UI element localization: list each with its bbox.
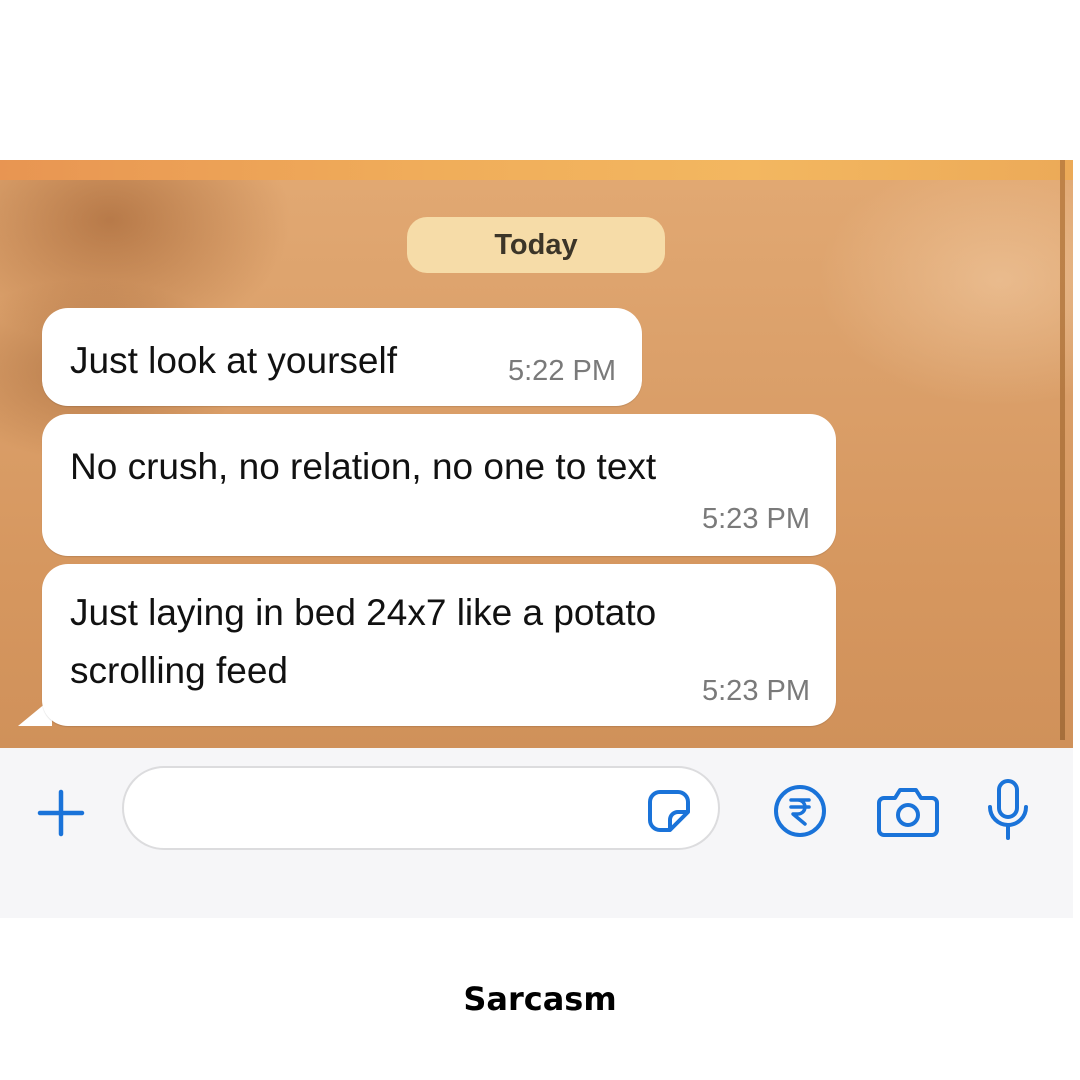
message-time: 5:22 PM <box>508 355 616 387</box>
message-text: Just laying in bed 24x7 like a potato sc… <box>70 584 656 700</box>
sticker-icon[interactable] <box>645 787 693 835</box>
scrollbar[interactable] <box>1060 160 1065 740</box>
header-strip <box>0 160 1073 180</box>
date-separator: Today <box>407 217 665 273</box>
camera-icon[interactable] <box>876 784 940 838</box>
message-input[interactable] <box>122 766 720 850</box>
chat-area: Today Just look at yourself 5:22 PM No c… <box>0 160 1073 748</box>
input-bar <box>0 748 1073 918</box>
microphone-icon[interactable] <box>984 778 1032 844</box>
message-text: Just look at yourself <box>70 340 397 381</box>
plus-icon[interactable] <box>36 788 86 838</box>
message-time: 5:23 PM <box>702 503 810 535</box>
message-bubble[interactable]: Just look at yourself 5:22 PM <box>42 308 642 406</box>
message-bubble[interactable]: No crush, no relation, no one to text 5:… <box>42 414 836 556</box>
message-time: 5:23 PM <box>702 675 810 707</box>
meme-frame: Today Just look at yourself 5:22 PM No c… <box>0 0 1080 1080</box>
message-bubble[interactable]: Just laying in bed 24x7 like a potato sc… <box>42 564 836 726</box>
message-line: Just laying in bed 24x7 like a potato <box>70 592 657 633</box>
message-text: No crush, no relation, no one to text <box>70 446 657 487</box>
message-line: scrolling feed <box>70 650 289 691</box>
rupee-payment-icon[interactable] <box>772 783 828 839</box>
meme-caption: Sarcasm <box>463 980 617 1018</box>
